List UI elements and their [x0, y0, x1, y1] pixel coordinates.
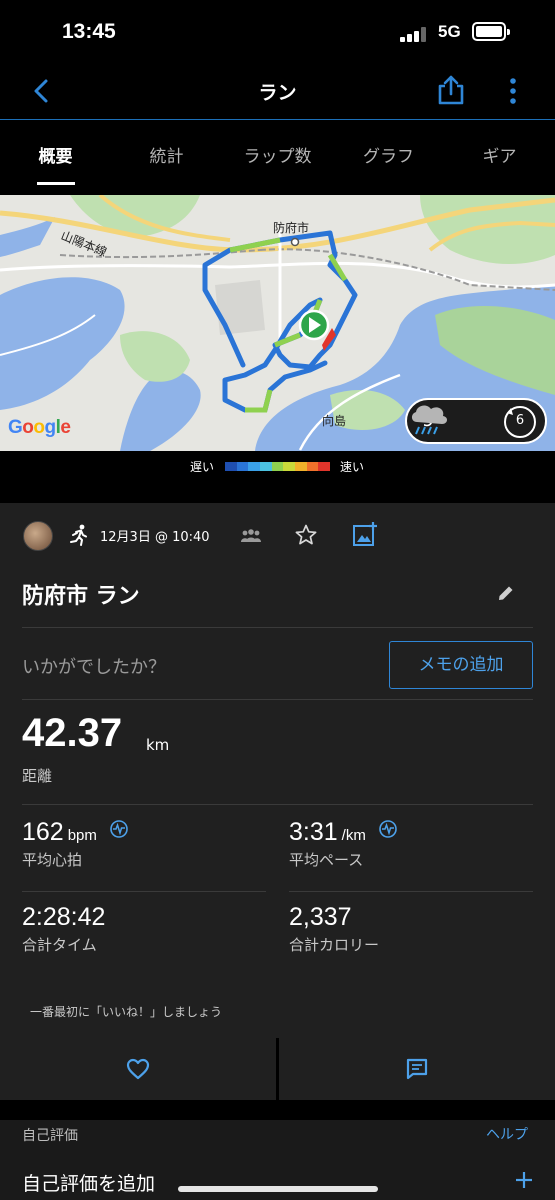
action-row	[0, 1038, 555, 1100]
add-self-evaluation[interactable]: 自己評価を追加	[22, 1169, 155, 1196]
comment-icon	[406, 1058, 428, 1080]
activity-summary: 12月3日 @ 10:40 防府市 ラン いかがでしたか？ メモの追加 42.3…	[0, 481, 555, 1200]
heart-rate-value: 162	[22, 818, 64, 846]
speed-color-segment	[248, 462, 261, 471]
tab-laps[interactable]: ラップ数	[222, 121, 333, 187]
pace-unit: /km	[341, 827, 366, 844]
share-icon[interactable]	[436, 74, 466, 106]
tab-overview[interactable]: 概要	[0, 121, 111, 187]
distance-value: 42.37	[22, 711, 123, 755]
speed-color-segment	[295, 462, 307, 471]
network-type: 5G	[438, 22, 461, 41]
spacer	[0, 481, 555, 503]
comment-button[interactable]	[279, 1038, 555, 1100]
plus-icon[interactable]	[514, 1170, 534, 1190]
heart-rate-unit: bpm	[67, 827, 97, 844]
total-time-label: 合計タイム	[22, 936, 97, 954]
legend-fast-label: 速い	[340, 460, 365, 474]
like-hint: 一番最初に「いいね！」しましょう	[30, 1005, 223, 1019]
activity-date: 12月3日 @ 10:40	[100, 530, 210, 545]
status-time: 13:45	[62, 20, 116, 43]
wind-direction-icon: 6	[502, 404, 538, 440]
weather-chip[interactable]: 9° 6	[405, 398, 547, 444]
route-map[interactable]: 防府市 山陽本線 向島 Google 9° 6	[0, 195, 555, 451]
add-memo-button[interactable]: メモの追加	[389, 641, 533, 689]
speed-color-segment	[236, 462, 249, 471]
help-link[interactable]: ヘルプ	[486, 1124, 528, 1144]
speed-color-segment	[318, 462, 331, 471]
section-gap	[0, 1100, 555, 1120]
status-bar: 13:45 5G	[0, 0, 555, 62]
nav-bar: ラン	[0, 62, 555, 120]
divider	[22, 891, 266, 892]
self-evaluation-label: 自己評価	[22, 1128, 78, 1144]
avatar[interactable]	[23, 521, 53, 551]
stat-calories: 2,337 合計カロリー	[289, 903, 379, 955]
heart-rate-label: 平均心拍	[22, 851, 83, 869]
star-icon[interactable]	[294, 523, 318, 547]
pencil-icon[interactable]	[496, 583, 516, 603]
tab-graph[interactable]: グラフ	[333, 121, 444, 187]
home-indicator	[178, 1186, 378, 1192]
running-icon	[70, 524, 87, 546]
map-label-island: 向島	[322, 414, 347, 428]
speed-legend: 遅い 速い	[0, 451, 555, 481]
signal-icon	[400, 26, 426, 42]
map-label-city: 防府市	[273, 221, 310, 235]
distance-unit: km	[146, 736, 170, 754]
divider	[22, 804, 533, 805]
distance-label: 距離	[22, 767, 53, 785]
stat-pace: 3:31/km 平均ペース	[289, 818, 397, 870]
like-button[interactable]	[0, 1038, 276, 1100]
speed-color-segment	[260, 462, 272, 471]
divider	[22, 627, 533, 628]
stat-heart-rate: 162 bpm 平均心拍	[22, 818, 128, 870]
add-photo-icon[interactable]	[352, 521, 378, 547]
stat-total-time: 2:28:42 合計タイム	[22, 903, 105, 955]
tab-bar: 概要 統計 ラップ数 グラフ ギア	[0, 121, 555, 187]
calories-value: 2,337	[289, 903, 352, 931]
page-title: ラン	[258, 82, 297, 104]
wind-speed: 6	[515, 413, 525, 428]
calories-label: 合計カロリー	[289, 936, 380, 954]
speed-color-scale	[225, 462, 331, 471]
group-icon	[241, 529, 261, 542]
activity-title: 防府市 ラン	[22, 584, 140, 609]
pace-label: 平均ペース	[289, 851, 364, 869]
more-vertical-icon[interactable]	[503, 76, 523, 106]
activity-meta-row: 12月3日 @ 10:40	[0, 519, 555, 555]
info-waveform-icon[interactable]	[378, 820, 397, 838]
pace-value: 3:31	[289, 818, 338, 846]
speed-color-segment	[283, 462, 296, 471]
total-time-value: 2:28:42	[22, 903, 106, 931]
divider	[289, 891, 533, 892]
legend-slow-label: 遅い	[190, 460, 215, 474]
speed-color-segment	[306, 462, 319, 471]
feeling-prompt: いかがでしたか？	[22, 657, 166, 678]
info-waveform-icon[interactable]	[110, 820, 128, 838]
divider	[22, 699, 533, 700]
battery-icon	[472, 22, 510, 41]
speed-color-segment	[225, 462, 237, 471]
tab-gear[interactable]: ギア	[444, 121, 555, 187]
heart-icon	[126, 1058, 150, 1080]
tab-stats[interactable]: 統計	[111, 121, 222, 187]
google-logo: Google	[8, 417, 71, 438]
speed-color-segment	[271, 462, 284, 471]
rain-cloud-icon	[411, 405, 448, 435]
